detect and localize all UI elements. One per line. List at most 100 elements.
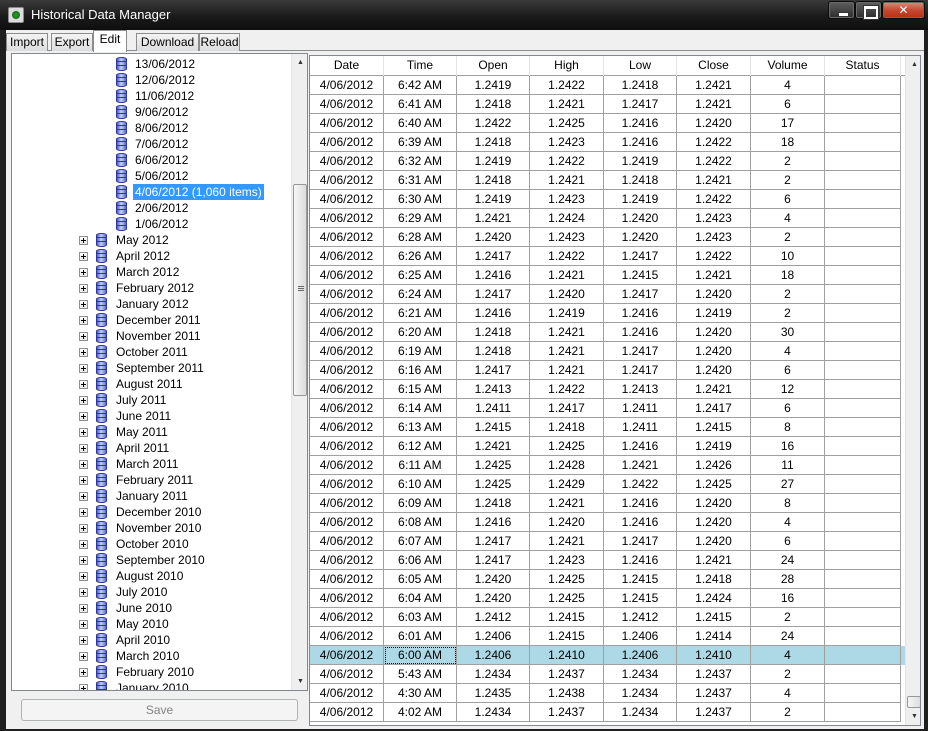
cell-low[interactable]: 1.2415 <box>604 266 677 285</box>
cell-high[interactable]: 1.2421 <box>530 361 604 380</box>
maximize-button[interactable] <box>855 1 882 20</box>
tree-item-day[interactable]: 11/06/2012 <box>12 88 292 104</box>
cell-high[interactable]: 1.2423 <box>530 190 604 209</box>
cell-date[interactable]: 4/06/2012 <box>310 456 384 475</box>
cell-close[interactable]: 1.2419 <box>677 304 751 323</box>
cell-close[interactable]: 1.2422 <box>677 190 751 209</box>
tree-item-month[interactable]: July 2011 <box>12 392 292 408</box>
cell-open[interactable]: 1.2417 <box>457 551 530 570</box>
column-header-low[interactable]: Low <box>604 56 677 76</box>
cell-date[interactable]: 4/06/2012 <box>310 684 384 703</box>
table-row[interactable]: 4/06/2012 6:10 AM 1.2425 1.2429 1.2422 1.2425… <box>310 475 905 494</box>
plus-expander-icon[interactable] <box>79 620 88 629</box>
tree-item-month[interactable]: September 2011 <box>12 360 292 376</box>
table-row[interactable]: 4/06/2012 6:24 AM 1.2417 1.2420 1.2417 1.2420… <box>310 285 905 304</box>
cell-date[interactable]: 4/06/2012 <box>310 589 384 608</box>
cell-date[interactable]: 4/06/2012 <box>310 266 384 285</box>
cell-open[interactable]: 1.2417 <box>457 285 530 304</box>
table-row[interactable]: 4/06/2012 6:13 AM 1.2415 1.2418 1.2411 1.2415… <box>310 418 905 437</box>
cell-low[interactable]: 1.2415 <box>604 570 677 589</box>
cell-close[interactable]: 1.2415 <box>677 608 751 627</box>
cell-volume[interactable]: 2 <box>751 608 825 627</box>
cell-volume[interactable]: 12 <box>751 380 825 399</box>
tree-item-month[interactable]: July 2010 <box>12 584 292 600</box>
cell-status[interactable] <box>825 570 901 589</box>
tree-item-month[interactable]: May 2012 <box>12 232 292 248</box>
cell-open[interactable]: 1.2425 <box>457 456 530 475</box>
tree-item-day[interactable]: 1/06/2012 <box>12 216 292 232</box>
tab-export[interactable]: Export <box>51 33 93 51</box>
cell-high[interactable]: 1.2420 <box>530 513 604 532</box>
cell-high[interactable]: 1.2429 <box>530 475 604 494</box>
app-icon[interactable] <box>8 7 24 23</box>
cell-low[interactable]: 1.2420 <box>604 209 677 228</box>
plus-expander-icon[interactable] <box>79 348 88 357</box>
cell-time[interactable]: 6:11 AM <box>384 456 457 475</box>
cell-time[interactable]: 6:06 AM <box>384 551 457 570</box>
cell-time[interactable]: 5:43 AM <box>384 665 457 684</box>
tree-item-month[interactable]: May 2011 <box>12 424 292 440</box>
cell-high[interactable]: 1.2418 <box>530 418 604 437</box>
cell-volume[interactable]: 4 <box>751 209 825 228</box>
plus-expander-icon[interactable] <box>79 684 88 690</box>
tree-item-month[interactable]: May 2010 <box>12 616 292 632</box>
cell-date[interactable]: 4/06/2012 <box>310 532 384 551</box>
cell-status[interactable] <box>825 418 901 437</box>
cell-low[interactable]: 1.2417 <box>604 342 677 361</box>
cell-status[interactable] <box>825 551 901 570</box>
cell-high[interactable]: 1.2423 <box>530 133 604 152</box>
tree-item-month[interactable]: November 2011 <box>12 328 292 344</box>
cell-low[interactable]: 1.2417 <box>604 285 677 304</box>
tree-item-month[interactable]: March 2011 <box>12 456 292 472</box>
table-row[interactable]: 4/06/2012 6:21 AM 1.2416 1.2419 1.2416 1.2419… <box>310 304 905 323</box>
cell-high[interactable]: 1.2421 <box>530 342 604 361</box>
cell-open[interactable]: 1.2419 <box>457 76 530 95</box>
cell-date[interactable]: 4/06/2012 <box>310 475 384 494</box>
cell-close[interactable]: 1.2421 <box>677 171 751 190</box>
cell-date[interactable]: 4/06/2012 <box>310 380 384 399</box>
cell-date[interactable]: 4/06/2012 <box>310 285 384 304</box>
cell-high[interactable]: 1.2417 <box>530 399 604 418</box>
cell-high[interactable]: 1.2422 <box>530 380 604 399</box>
plus-expander-icon[interactable] <box>79 636 88 645</box>
cell-close[interactable]: 1.2410 <box>677 646 751 665</box>
scroll-down-icon[interactable]: ▼ <box>292 673 307 690</box>
cell-date[interactable]: 4/06/2012 <box>310 247 384 266</box>
cell-status[interactable] <box>825 437 901 456</box>
cell-close[interactable]: 1.2423 <box>677 209 751 228</box>
cell-high[interactable]: 1.2415 <box>530 608 604 627</box>
cell-high[interactable]: 1.2410 <box>530 646 604 665</box>
cell-date[interactable]: 4/06/2012 <box>310 95 384 114</box>
cell-volume[interactable]: 6 <box>751 532 825 551</box>
cell-close[interactable]: 1.2421 <box>677 551 751 570</box>
table-row[interactable]: 4/06/2012 6:31 AM 1.2418 1.2421 1.2418 1.2421… <box>310 171 905 190</box>
table-row[interactable]: 4/06/2012 6:30 AM 1.2419 1.2423 1.2419 1.2422… <box>310 190 905 209</box>
cell-volume[interactable]: 6 <box>751 361 825 380</box>
cell-high[interactable]: 1.2425 <box>530 589 604 608</box>
cell-low[interactable]: 1.2416 <box>604 494 677 513</box>
cell-open[interactable]: 1.2417 <box>457 532 530 551</box>
tree-item-month[interactable]: December 2011 <box>12 312 292 328</box>
cell-close[interactable]: 1.2423 <box>677 228 751 247</box>
cell-time[interactable]: 6:31 AM <box>384 171 457 190</box>
cell-date[interactable]: 4/06/2012 <box>310 228 384 247</box>
cell-open[interactable]: 1.2418 <box>457 342 530 361</box>
cell-close[interactable]: 1.2425 <box>677 475 751 494</box>
cell-close[interactable]: 1.2420 <box>677 285 751 304</box>
cell-volume[interactable]: 18 <box>751 133 825 152</box>
cell-high[interactable]: 1.2421 <box>530 532 604 551</box>
plus-expander-icon[interactable] <box>79 380 88 389</box>
cell-close[interactable]: 1.2420 <box>677 513 751 532</box>
cell-volume[interactable]: 24 <box>751 627 825 646</box>
plus-expander-icon[interactable] <box>79 556 88 565</box>
tree-item-month[interactable]: January 2010 <box>12 680 292 690</box>
tree-item-month[interactable]: April 2012 <box>12 248 292 264</box>
cell-close[interactable]: 1.2420 <box>677 342 751 361</box>
table-row[interactable]: 4/06/2012 6:40 AM 1.2422 1.2425 1.2416 1.2420… <box>310 114 905 133</box>
cell-low[interactable]: 1.2421 <box>604 456 677 475</box>
cell-date[interactable]: 4/06/2012 <box>310 323 384 342</box>
cell-close[interactable]: 1.2420 <box>677 494 751 513</box>
plus-expander-icon[interactable] <box>79 332 88 341</box>
column-header-high[interactable]: High <box>530 56 604 76</box>
cell-low[interactable]: 1.2418 <box>604 171 677 190</box>
